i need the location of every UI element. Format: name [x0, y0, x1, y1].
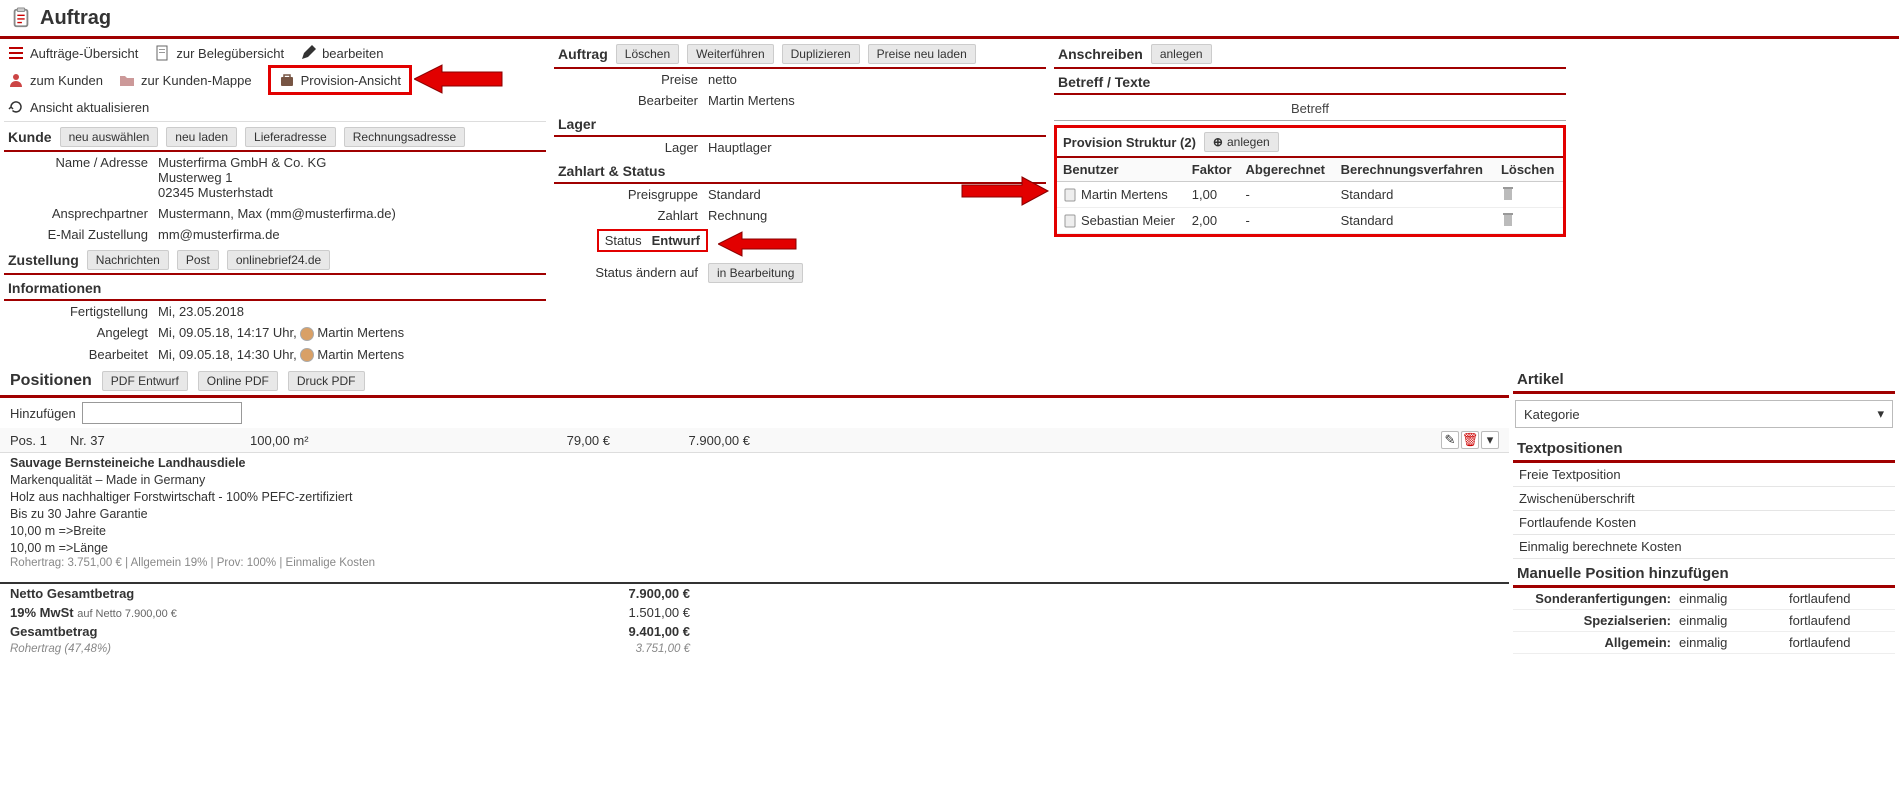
add-position-input[interactable] — [82, 402, 242, 424]
status-box: Status Entwurf — [597, 229, 708, 252]
online-pdf-btn[interactable]: Online PDF — [198, 371, 278, 391]
annotation-arrow-status — [718, 229, 798, 259]
toolbar-row3: Ansicht aktualisieren — [4, 97, 546, 122]
manual-fortlaufend[interactable]: fortlaufend — [1789, 613, 1899, 628]
chevron-down-icon: ▾ — [1487, 432, 1494, 448]
nav-beleg[interactable]: zur Belegübersicht — [154, 45, 284, 61]
druck-pdf-btn[interactable]: Druck PDF — [288, 371, 365, 391]
kunde-liefer-btn[interactable]: Lieferadresse — [245, 127, 336, 147]
zust-onlinebrief-btn[interactable]: onlinebrief24.de — [227, 250, 330, 270]
textpos-item[interactable]: Fortlaufende Kosten — [1513, 511, 1895, 535]
manual-fortlaufend[interactable]: fortlaufend — [1789, 591, 1899, 606]
pencil-icon — [300, 45, 316, 61]
edit-line-btn[interactable]: ✎ — [1441, 431, 1459, 449]
toolbar-row2: zum Kunden zur Kunden-Mappe Provision-An… — [4, 63, 546, 97]
textpositionen-header: Textpositionen — [1513, 434, 1895, 463]
auftrag-mid-header: Auftrag Löschen Weiterführen Duplizieren… — [554, 39, 1046, 69]
auftrag-dup-btn[interactable]: Duplizieren — [782, 44, 860, 64]
kunde-name-row: Name / Adresse Musterfirma GmbH & Co. KG… — [4, 152, 546, 203]
betreff-tabs: Betreff — [1054, 97, 1566, 121]
kategorie-select[interactable]: Kategorie ▾ — [1515, 400, 1893, 428]
manual-einmalig[interactable]: einmalig — [1679, 613, 1789, 628]
kunde-rechnung-btn[interactable]: Rechnungsadresse — [344, 127, 465, 147]
clipboard-icon — [10, 6, 32, 30]
name-label: Name / Adresse — [8, 155, 158, 170]
nav-refresh[interactable]: Ansicht aktualisieren — [8, 99, 149, 115]
nav-customer[interactable]: zum Kunden — [8, 72, 103, 88]
position-body: Sauvage Bernsteineiche Landhausdiele Mar… — [0, 453, 1509, 578]
delete-line-btn[interactable]: 🗑 — [1461, 431, 1479, 449]
kunde-neu-btn[interactable]: neu auswählen — [60, 127, 159, 147]
textpos-item[interactable]: Einmalig berechnete Kosten — [1513, 535, 1895, 559]
name-value: Musterfirma GmbH & Co. KG Musterweg 1 02… — [158, 155, 542, 200]
textpos-item[interactable]: Freie Textposition — [1513, 463, 1895, 487]
informationen-header: Informationen — [4, 275, 546, 301]
avatar-icon — [300, 327, 314, 341]
auftrag-continue-btn[interactable]: Weiterführen — [687, 44, 773, 64]
anschreiben-anlegen-btn[interactable]: anlegen — [1151, 44, 1212, 64]
manual-einmalig[interactable]: einmalig — [1679, 635, 1789, 650]
pdf-entwurf-btn[interactable]: PDF Entwurf — [102, 371, 188, 391]
toolbar-row1: Aufträge-Übersicht zur Belegübersicht be… — [4, 39, 546, 63]
position-line[interactable]: Pos. 1 Nr. 37 100,00 m² 79,00 € 7.900,00… — [0, 428, 1509, 453]
page-title: Auftrag — [40, 7, 111, 30]
artikel-header: Artikel — [1513, 365, 1895, 394]
provision-anlegen-btn[interactable]: ⊕ anlegen — [1204, 132, 1279, 152]
chevron-down-icon: ▾ — [1877, 406, 1884, 422]
expand-line-btn[interactable]: ▾ — [1481, 431, 1499, 449]
lager-header: Lager — [554, 111, 1046, 137]
pencil-icon: ✎ — [1445, 432, 1456, 448]
anschreiben-header: Anschreiben anlegen — [1054, 39, 1566, 69]
totals: Netto Gesamtbetrag7.900,00 € 19% MwSt au… — [0, 582, 1509, 657]
add-position-row: Hinzufügen — [0, 398, 1509, 428]
provision-box: Provision Struktur (2) ⊕ anlegen Benutze… — [1054, 125, 1566, 237]
textpos-item[interactable]: Zwischenüberschrift — [1513, 487, 1895, 511]
document-icon — [154, 45, 170, 61]
nav-mappe[interactable]: zur Kunden-Mappe — [119, 72, 252, 88]
auftrag-delete-btn[interactable]: Löschen — [616, 44, 679, 64]
auftrag-reload-prices-btn[interactable]: Preise neu laden — [868, 44, 976, 64]
betreff-header: Betreff / Texte — [1054, 69, 1566, 95]
trash-icon[interactable] — [1501, 211, 1515, 227]
trash-icon: 🗑 — [1462, 432, 1479, 448]
annotation-arrow-provision — [414, 61, 504, 97]
kunde-contact-row: Ansprechpartner Mustermann, Max (mm@must… — [4, 203, 546, 224]
kunde-reload-btn[interactable]: neu laden — [166, 127, 237, 147]
user-icon — [8, 72, 24, 88]
list-icon — [8, 45, 24, 61]
trash-icon[interactable] — [1501, 185, 1515, 201]
provision-table: Benutzer Faktor Abgerechnet Berechnungsv… — [1057, 158, 1563, 234]
annotation-arrow-provision-box — [960, 174, 1050, 208]
tab-betreff[interactable]: Betreff — [1054, 97, 1566, 120]
folder-icon — [119, 72, 135, 88]
zust-post-btn[interactable]: Post — [177, 250, 219, 270]
avatar-icon — [300, 348, 314, 362]
positionen-header: Positionen PDF Entwurf Online PDF Druck … — [0, 365, 1509, 398]
kunde-email-row: E-Mail Zustellung mm@musterfirma.de — [4, 224, 546, 245]
zustellung-header: Zustellung Nachrichten Post onlinebrief2… — [4, 245, 546, 275]
provision-row: Martin Mertens 1,00 - Standard — [1057, 182, 1563, 208]
manual-fortlaufend[interactable]: fortlaufend — [1789, 635, 1899, 650]
kunde-header: Kunde neu auswählen neu laden Lieferadre… — [4, 122, 546, 152]
status-change-btn[interactable]: in Bearbeitung — [708, 263, 803, 283]
zust-nachrichten-btn[interactable]: Nachrichten — [87, 250, 169, 270]
manual-einmalig[interactable]: einmalig — [1679, 591, 1789, 606]
refresh-icon — [8, 99, 24, 115]
user-badge-icon — [1063, 188, 1077, 202]
provision-row: Sebastian Meier 2,00 - Standard — [1057, 208, 1563, 234]
user-badge-icon — [1063, 214, 1077, 228]
manuell-header: Manuelle Position hinzufügen — [1513, 559, 1895, 588]
briefcase-icon — [279, 72, 295, 88]
plus-icon: ⊕ — [1213, 135, 1223, 149]
page-header: Auftrag — [0, 0, 1899, 39]
nav-provision[interactable]: Provision-Ansicht — [268, 65, 412, 95]
nav-edit[interactable]: bearbeiten — [300, 45, 383, 61]
status-value: Entwurf — [652, 233, 700, 248]
nav-overview[interactable]: Aufträge-Übersicht — [8, 45, 138, 61]
